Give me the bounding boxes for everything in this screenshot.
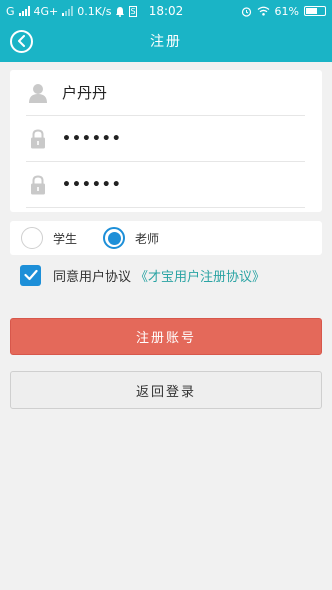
battery-percent: 61% [274,4,299,18]
back-to-login-button[interactable]: 返回登录 [10,371,322,409]
radio-label-student: 学生 [53,231,78,246]
alarm-icon [241,6,252,17]
register-button[interactable]: 注册账号 [10,318,322,355]
notification-bell-icon [115,6,125,17]
user-icon [28,82,48,104]
wifi-icon [257,6,270,17]
username-value: 户丹丹 [62,84,108,102]
battery-icon [304,6,326,16]
password-value: •••••• [62,130,122,147]
carrier-label: G [6,4,15,18]
page-title: 注册 [150,34,182,50]
status-right: 61% [196,5,326,18]
signal-icon-2 [62,6,74,16]
lock-icon [28,174,48,196]
radio-circle-student [21,227,43,249]
agreement-checkbox[interactable] [20,264,41,286]
network-label: 4G+ [33,4,59,18]
confirm-password-field[interactable]: •••••• [26,162,305,208]
lock-icon [28,128,48,150]
password-field[interactable]: •••••• [26,116,305,162]
signal-icon [18,6,30,16]
checkmark-icon [23,266,38,285]
agreement-row: 同意用户协议 《才宝用户注册协议》 [20,263,320,287]
confirm-password-value: •••••• [62,176,122,193]
app-header: 注册 [0,22,332,62]
agreement-text: 同意用户协议 [53,269,132,285]
radio-label-teacher: 老师 [135,231,160,246]
radio-circle-teacher [103,227,126,249]
network-speed: 0.1K/s [77,4,112,18]
register-form: 户丹丹 •••••• •••••• [10,70,322,212]
radio-student[interactable]: 学生 [21,227,77,249]
status-left: G 4G+ 0.1K/s S [6,4,137,18]
username-field[interactable]: 户丹丹 [26,70,305,116]
agreement-link[interactable]: 《才宝用户注册协议》 [135,266,265,285]
role-selector: 学生 老师 [10,221,322,255]
radio-teacher[interactable]: 老师 [103,227,159,249]
status-bar: G 4G+ 0.1K/s S 18:02 61% [0,0,332,22]
status-time: 18:02 [148,4,184,18]
